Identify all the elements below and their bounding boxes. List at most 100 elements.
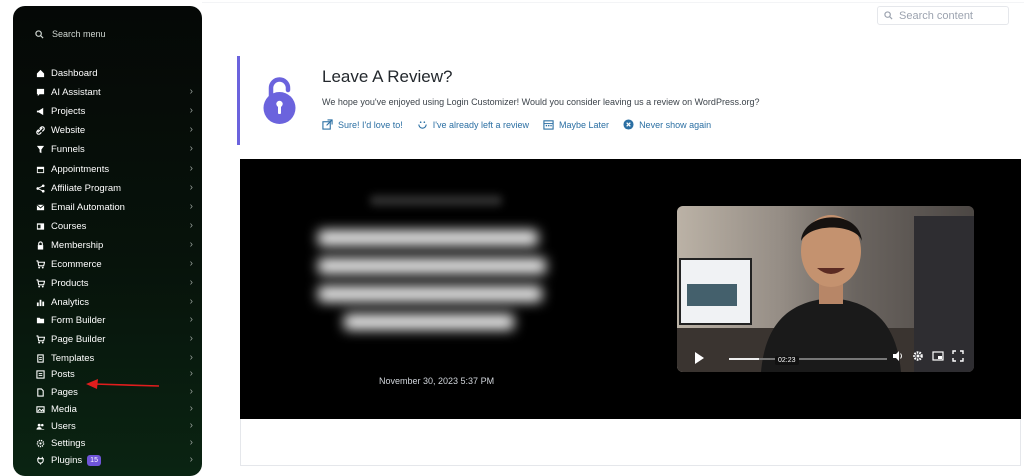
sidebar-item-label: Membership — [51, 239, 104, 251]
sidebar-item-label: Users — [51, 420, 76, 432]
sidebar-item-label: Funnels — [51, 143, 85, 155]
sidebar-item-products[interactable]: Products › — [35, 275, 193, 291]
review-actions: Sure! I'd love to! I've already left a r… — [322, 119, 711, 130]
sidebar-item-email-automation[interactable]: Email Automation › — [35, 199, 193, 215]
menu-search[interactable]: Search menu — [35, 29, 106, 39]
sidebar-item-ai-assistant[interactable]: AI Assistant › — [35, 84, 193, 100]
sidebar-item-page-builder[interactable]: Page Builder › — [35, 331, 193, 347]
sidebar-item-label: Email Automation — [51, 201, 125, 213]
sidebar-item-label: Courses — [51, 220, 87, 232]
review-title: Leave A Review? — [322, 67, 453, 86]
sidebar-item-label: Posts — [51, 368, 75, 380]
chevron-right-icon[interactable]: › — [190, 277, 193, 288]
chevron-right-icon[interactable]: › — [190, 420, 193, 431]
blurred-post-title — [318, 230, 550, 350]
megaphone-icon — [35, 106, 45, 116]
document-icon — [35, 353, 45, 363]
video-player[interactable]: 02:23 — [677, 206, 974, 372]
calendar-icon — [543, 120, 554, 130]
smile-icon — [418, 121, 427, 129]
chevron-right-icon[interactable]: › — [190, 296, 193, 307]
sidebar-item-label: Settings — [51, 437, 86, 449]
sidebar-item-appointments[interactable]: Appointments › — [35, 161, 193, 177]
sidebar-item-courses[interactable]: Courses › — [35, 218, 193, 234]
chevron-right-icon[interactable]: › — [190, 386, 193, 397]
chevron-right-icon[interactable]: › — [190, 352, 193, 363]
search-icon — [884, 11, 893, 20]
review-never-link[interactable]: Never show again — [623, 119, 711, 130]
review-sure-link[interactable]: Sure! I'd love to! — [322, 119, 403, 130]
chevron-right-icon[interactable]: › — [190, 239, 193, 250]
sidebar-item-label: Page Builder — [51, 333, 106, 345]
sidebar-item-settings[interactable]: Settings › — [35, 435, 193, 451]
sidebar-item-label: Form Builder — [51, 314, 106, 326]
review-later-label: Maybe Later — [559, 119, 610, 130]
chevron-right-icon[interactable]: › — [190, 403, 193, 414]
mail-icon — [35, 202, 45, 212]
chevron-right-icon[interactable]: › — [190, 220, 193, 231]
chevron-right-icon[interactable]: › — [190, 258, 193, 269]
share-icon — [35, 183, 45, 193]
chevron-right-icon[interactable]: › — [190, 437, 193, 448]
sidebar-item-projects[interactable]: Projects › — [35, 103, 193, 119]
menu-search-placeholder: Search menu — [52, 29, 106, 39]
posts-icon — [35, 369, 45, 379]
sidebar-item-affiliate-program[interactable]: Affiliate Program › — [35, 180, 193, 196]
review-later-link[interactable]: Maybe Later — [543, 119, 609, 130]
sidebar-item-label: Analytics — [51, 296, 90, 308]
settings-gear-icon[interactable] — [912, 350, 924, 362]
sidebar-item-membership[interactable]: Membership › — [35, 237, 193, 253]
sidebar-item-ecommerce[interactable]: Ecommerce › — [35, 256, 193, 272]
sidebar-item-label: Projects — [51, 105, 86, 117]
sidebar-item-dashboard[interactable]: Dashboard — [35, 65, 185, 81]
fullscreen-icon[interactable] — [952, 350, 964, 362]
video-controls: 02:23 — [677, 344, 974, 372]
sidebar-item-label: Ecommerce — [51, 258, 102, 270]
sidebar-item-label: Appointments — [51, 163, 110, 175]
chevron-right-icon[interactable]: › — [190, 368, 193, 379]
chevron-right-icon[interactable]: › — [190, 314, 193, 325]
chevron-right-icon[interactable]: › — [190, 333, 193, 344]
sidebar-item-label: Pages — [51, 386, 78, 398]
chevron-right-icon[interactable]: › — [190, 86, 193, 97]
review-sure-label: Sure! I'd love to! — [338, 119, 403, 130]
users-icon — [35, 421, 45, 431]
chevron-right-icon[interactable]: › — [190, 182, 193, 193]
chevron-right-icon[interactable]: › — [190, 454, 193, 465]
red-arrow-annotation — [86, 379, 160, 389]
video-progress-bar[interactable]: 02:23 — [729, 356, 887, 365]
settings-icon — [35, 438, 45, 448]
sidebar-item-users[interactable]: Users › — [35, 418, 193, 434]
sidebar-item-website[interactable]: Website › — [35, 122, 193, 138]
chevron-right-icon[interactable]: › — [190, 143, 193, 154]
chevron-right-icon[interactable]: › — [190, 201, 193, 212]
chevron-right-icon[interactable]: › — [190, 163, 193, 174]
chevron-right-icon[interactable]: › — [190, 124, 193, 135]
sidebar-item-label: Website — [51, 124, 86, 136]
sidebar-item-templates[interactable]: Templates › — [35, 350, 193, 366]
search-icon — [35, 29, 44, 39]
review-never-label: Never show again — [639, 119, 712, 130]
sidebar-item-form-builder[interactable]: Form Builder › — [35, 312, 193, 328]
link-icon — [35, 125, 45, 135]
review-already-label: I've already left a review — [432, 119, 530, 130]
sidebar-item-funnels[interactable]: Funnels › — [35, 141, 193, 157]
sidebar-item-analytics[interactable]: Analytics › — [35, 294, 193, 310]
sidebar-item-media[interactable]: Media › — [35, 401, 193, 417]
picture-in-picture-icon[interactable] — [932, 350, 944, 362]
play-icon[interactable] — [695, 352, 704, 364]
page-icon — [35, 387, 45, 397]
video-frame-monitor — [679, 258, 752, 325]
close-circle-icon — [623, 119, 634, 130]
chevron-right-icon[interactable]: › — [190, 105, 193, 116]
lock-icon — [35, 240, 45, 250]
count-badge: 15 — [87, 454, 101, 466]
chat-icon — [35, 87, 45, 97]
video-progress-fill — [729, 358, 760, 360]
sidebar-item-label: Dashboard — [51, 67, 98, 79]
volume-icon[interactable] — [892, 350, 904, 362]
content-search-input[interactable]: Search content — [877, 6, 1009, 25]
review-already-link[interactable]: I've already left a review — [417, 119, 529, 130]
calendar-icon — [35, 164, 45, 174]
sidebar-item-label: Templates — [51, 352, 95, 364]
